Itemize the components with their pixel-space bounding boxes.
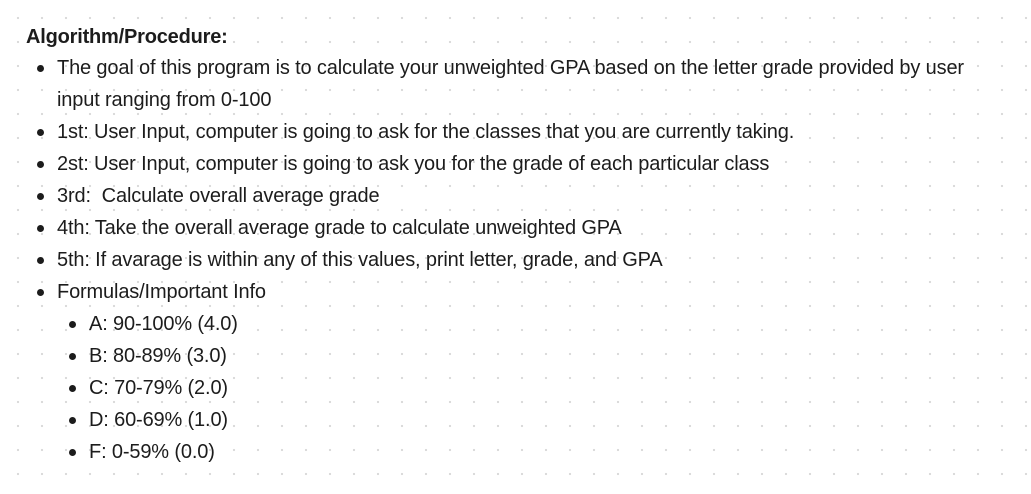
list-item-goal: The goal of this program is to calculate… bbox=[26, 52, 1016, 116]
grade-item-a: A: 90-100% (4.0) bbox=[58, 308, 1016, 340]
grade-item-d: D: 60-69% (1.0) bbox=[58, 404, 1016, 436]
list-item-step-2: 2st: User Input, computer is going to as… bbox=[26, 148, 1016, 180]
list-item-step-5: 5th: If avarage is within any of this va… bbox=[26, 244, 1016, 276]
list-item-step-1: 1st: User Input, computer is going to as… bbox=[26, 116, 1016, 148]
list-item-text: 2st: User Input, computer is going to as… bbox=[57, 153, 770, 175]
document-body: Algorithm/Procedure: The goal of this pr… bbox=[26, 22, 1016, 468]
procedure-list: The goal of this program is to calculate… bbox=[26, 52, 1016, 468]
list-item-text: 1st: User Input, computer is going to as… bbox=[57, 121, 795, 143]
list-item-text: 4th: Take the overall average grade to c… bbox=[57, 217, 622, 239]
list-item-text: 3rd: Calculate overall average grade bbox=[57, 185, 380, 207]
list-item-text: 5th: If avarage is within any of this va… bbox=[57, 249, 663, 271]
grade-scale-list: A: 90-100% (4.0) B: 80-89% (3.0) C: 70-7… bbox=[58, 308, 1016, 468]
list-item-formulas: Formulas/Important Info A: 90-100% (4.0)… bbox=[26, 276, 1016, 468]
grade-item-c: C: 70-79% (2.0) bbox=[58, 372, 1016, 404]
section-heading: Algorithm/Procedure: bbox=[26, 26, 228, 48]
list-item-step-3: 3rd: Calculate overall average grade bbox=[26, 180, 1016, 212]
list-item-text: Formulas/Important Info bbox=[57, 281, 266, 303]
list-item-step-4: 4th: Take the overall average grade to c… bbox=[26, 212, 1016, 244]
grade-item-f: F: 0-59% (0.0) bbox=[58, 436, 1016, 468]
grade-item-b: B: 80-89% (3.0) bbox=[58, 340, 1016, 372]
list-item-text: The goal of this program is to calculate… bbox=[57, 57, 964, 111]
